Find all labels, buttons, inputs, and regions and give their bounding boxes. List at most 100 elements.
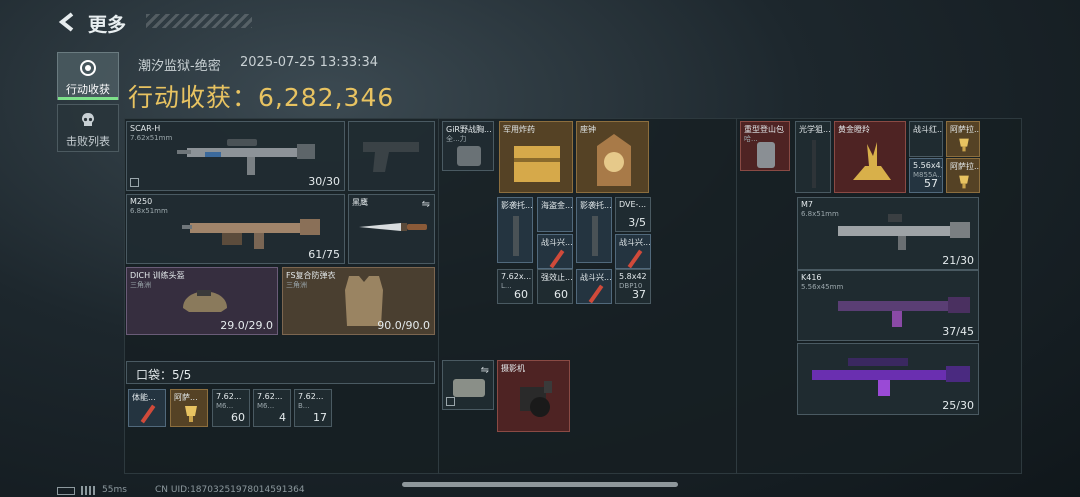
- table-clock-icon: [597, 134, 631, 186]
- item-brand: 三角洲: [130, 281, 151, 289]
- rifle-slot[interactable]: 25/30: [797, 343, 979, 415]
- pocket-header: 口袋：5/5: [126, 361, 435, 384]
- scope-icon: [812, 140, 816, 188]
- loot-item[interactable]: 影袭托...: [576, 197, 612, 263]
- tab-label: 行动收获: [66, 83, 110, 96]
- rifle-slot[interactable]: M7 6.8x51mm 21/30: [797, 197, 979, 270]
- item-name: M250: [130, 197, 153, 206]
- ping: 55ms: [102, 485, 127, 495]
- item-name: 5.56x4...: [913, 161, 943, 170]
- backpack-item[interactable]: 重型登山包 哈...: [740, 121, 790, 171]
- golden-cup-icon: [959, 175, 969, 189]
- loot-item[interactable]: 强效止... 60: [537, 269, 573, 304]
- item-name: 7.62...: [298, 392, 324, 401]
- ammo-count: 37/45: [942, 325, 974, 338]
- loot-item[interactable]: 影袭托...: [497, 197, 533, 263]
- item-name: 阿萨...: [174, 393, 198, 402]
- pocket-item[interactable]: 7.62... M6... 4: [253, 389, 291, 427]
- armor-slot[interactable]: FS复合防弹衣 三角洲 90.0/90.0: [282, 267, 435, 335]
- lock-icon: [446, 397, 455, 406]
- pocket-item[interactable]: 阿萨...: [170, 389, 208, 427]
- item-name: 阿萨拉...: [950, 125, 980, 134]
- page-title: 更多: [88, 14, 127, 36]
- item-count: 4: [279, 411, 286, 424]
- item-name: 阿萨拉...: [950, 162, 980, 171]
- divider: [736, 118, 737, 474]
- item-count: 57: [924, 177, 938, 190]
- loot-item[interactable]: 光学狙...: [795, 121, 831, 193]
- item-name: 黑鹰: [352, 198, 368, 207]
- item-name: 黄金瞪羚: [838, 125, 870, 134]
- loot-item[interactable]: 战斗兴...: [576, 269, 612, 304]
- helmet-slot[interactable]: DICH 训练头盔 三角洲 29.0/29.0: [126, 267, 278, 335]
- item-name: 摄影机: [501, 364, 525, 373]
- loot-item[interactable]: 战斗兴...: [537, 234, 573, 269]
- loot-item[interactable]: 战斗兴...: [615, 234, 651, 269]
- loot-item[interactable]: 5.8x42 DBP10 37: [615, 269, 651, 304]
- chest-rig-icon: [457, 146, 481, 166]
- swap-icon[interactable]: ⇋: [481, 365, 489, 376]
- durability: 29.0/29.0: [220, 319, 273, 332]
- tab-kill-list[interactable]: 击败列表: [57, 104, 119, 152]
- backpack-slot[interactable]: ⇋: [442, 360, 494, 410]
- home-indicator[interactable]: [402, 482, 678, 487]
- item-count: 37: [632, 288, 646, 301]
- durability: 90.0/90.0: [377, 319, 430, 332]
- back-arrow-icon[interactable]: [58, 12, 76, 32]
- item-count: 17: [313, 411, 327, 424]
- item-count: 60: [514, 288, 528, 301]
- item-name: 光学狙...: [799, 125, 831, 134]
- loot-item[interactable]: 海盗金...: [537, 197, 573, 232]
- timestamp: 2025-07-25 13:33:34: [240, 55, 379, 70]
- loot-item[interactable]: DVE-... 3/5: [615, 197, 651, 232]
- weapon-slot-primary[interactable]: SCAR-H 7.62x51mm 30/30: [126, 121, 345, 191]
- item-name: 战斗兴...: [541, 238, 573, 247]
- loot-item[interactable]: 军用炸药: [499, 121, 573, 193]
- loot-item[interactable]: 7.62x... L... 60: [497, 269, 533, 304]
- item-name: 军用炸药: [503, 125, 535, 134]
- pocket-item[interactable]: 体能...: [128, 389, 166, 427]
- loot-item[interactable]: 阿萨拉...: [946, 158, 980, 193]
- melee-slot[interactable]: 黑鹰 ⇋: [348, 194, 435, 264]
- tab-action-income[interactable]: 行动收获: [57, 52, 119, 100]
- item-name: 战斗红...: [913, 125, 943, 134]
- swap-icon[interactable]: ⇋: [422, 199, 430, 210]
- signal-icon: [81, 486, 95, 495]
- item-name: 海盗金...: [541, 201, 573, 210]
- pocket-item[interactable]: 7.62... B... 17: [294, 389, 332, 427]
- item-name: 7.62...: [216, 392, 242, 401]
- loot-item[interactable]: 座钟: [576, 121, 649, 193]
- item-brand: 三角洲: [286, 281, 307, 289]
- weapon-stock-icon: [513, 216, 519, 256]
- item-caliber: 6.8x51mm: [130, 207, 168, 215]
- item-name: 7.62x...: [501, 272, 532, 281]
- item-sub: 全...力: [446, 135, 467, 143]
- loot-item[interactable]: 摄影机: [497, 360, 570, 432]
- item-name: SCAR-H: [130, 124, 161, 133]
- item-caliber: 7.62x51mm: [130, 134, 173, 142]
- loot-item[interactable]: 5.56x4... M855A... 57: [909, 158, 943, 193]
- pocket-item[interactable]: 7.62... M6... 60: [212, 389, 250, 427]
- golden-gazelle-icon: [853, 142, 891, 180]
- skull-icon: [82, 113, 94, 126]
- map-name: 潮汐监狱-绝密: [138, 59, 221, 74]
- pocket-label: 口袋：5/5: [136, 368, 192, 382]
- income-total: 行动收获：6,282,346: [128, 78, 394, 114]
- item-name: 7.62...: [257, 392, 283, 401]
- pistol-silhouette-icon: [363, 142, 419, 172]
- loot-item[interactable]: 黄金瞪羚: [834, 121, 906, 193]
- loot-item[interactable]: 战斗红...: [909, 121, 943, 157]
- purple-rifle-icon: [812, 358, 970, 396]
- m7-rifle-icon: [838, 214, 970, 250]
- loot-item[interactable]: 阿萨拉...: [946, 121, 980, 157]
- chest-rig-slot[interactable]: GiR野战胸... 全...力: [442, 121, 494, 171]
- item-sub: M6...: [216, 402, 234, 410]
- weapon-slot-pistol[interactable]: [348, 121, 435, 191]
- target-icon: [80, 60, 96, 76]
- title-decoration: [146, 14, 252, 28]
- weapon-slot-secondary[interactable]: M250 6.8x51mm 61/75: [126, 194, 345, 264]
- rifle-slot[interactable]: K416 5.56x45mm 37/45: [797, 270, 979, 341]
- golden-cup-icon: [185, 406, 197, 422]
- user-uid: CN UID:187032519780145913​64: [155, 485, 305, 495]
- knife-icon: [359, 223, 427, 231]
